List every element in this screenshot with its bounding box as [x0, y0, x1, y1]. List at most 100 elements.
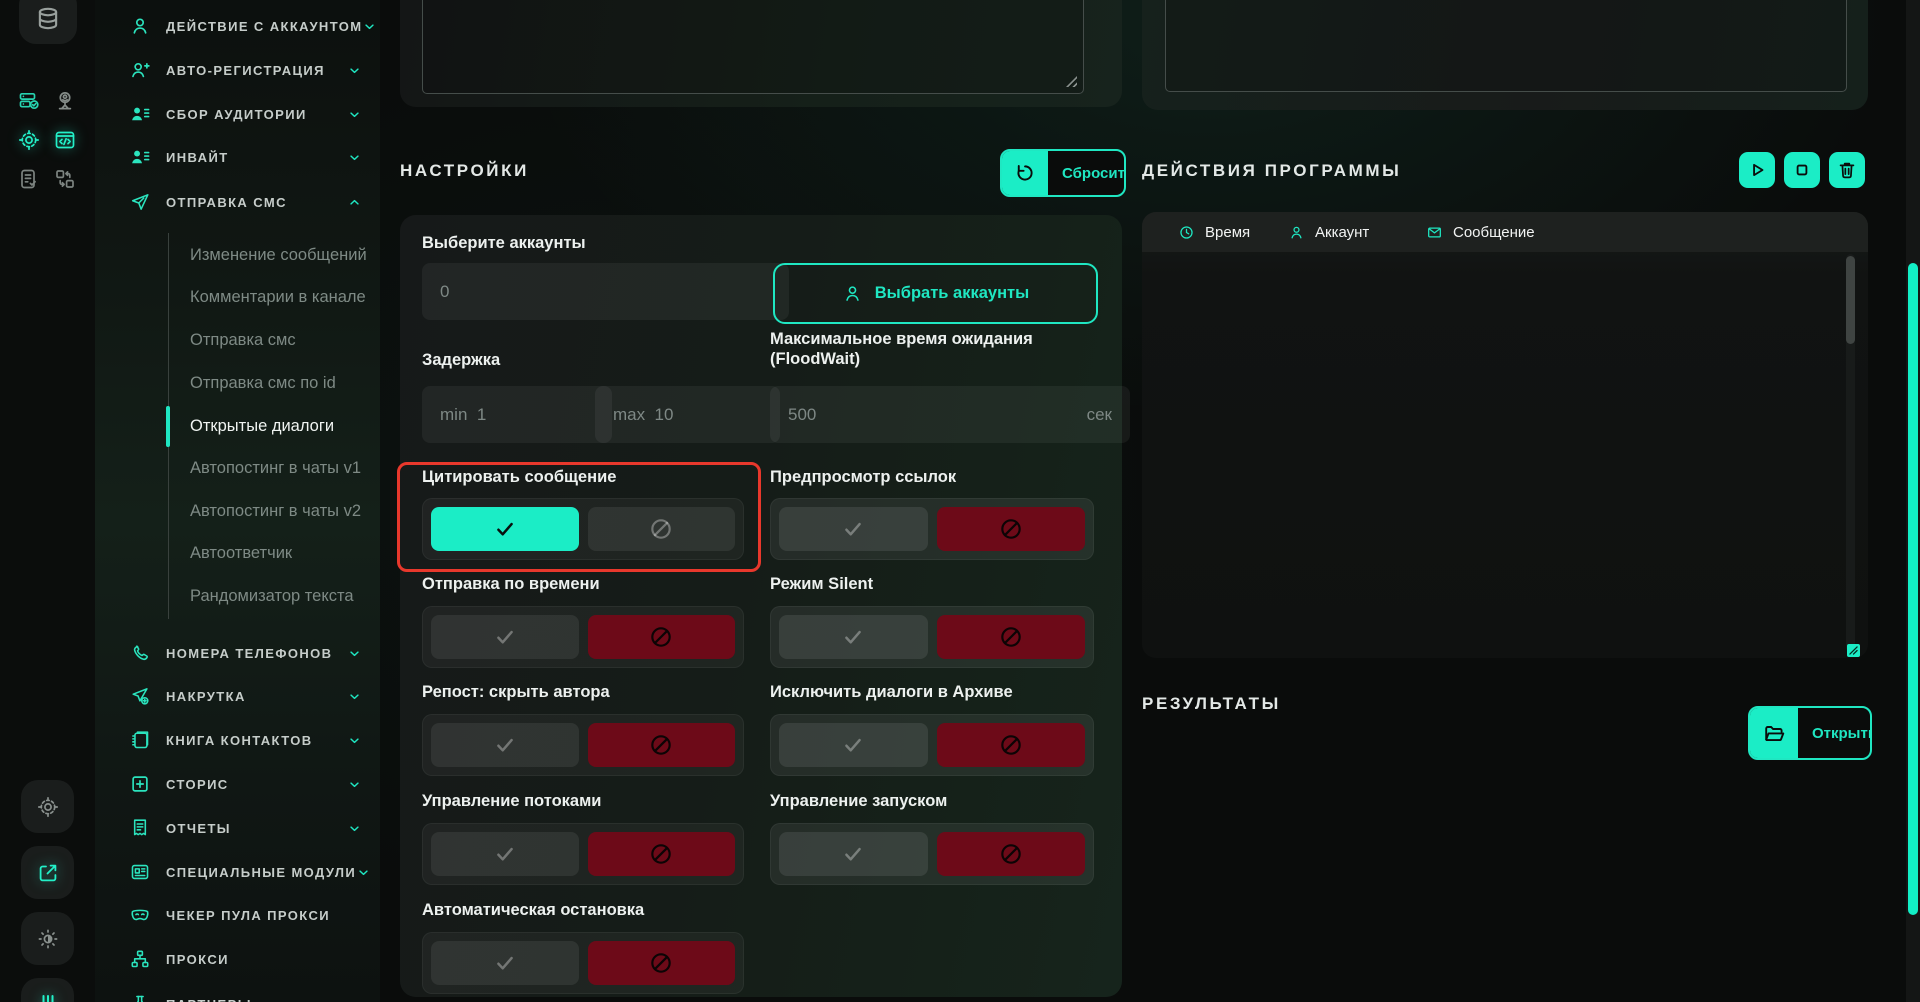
sidebar-item-boosting[interactable]: НАКРУТКА	[95, 674, 380, 718]
sidebar-subitem-autoposting-v1[interactable]: Автопостинг в чаты v1	[190, 447, 370, 489]
toggle-label: Управление потоками	[422, 791, 601, 811]
sidebar-item-label: ПРОКСИ	[166, 952, 229, 967]
sidebar-item-partners[interactable]: ПАРТНЕРЫ	[95, 982, 380, 1002]
toggle-yes-button[interactable]	[431, 941, 579, 985]
sidebar-item-account-actions[interactable]: ДЕЙСТВИЕ С АККАУНТОМ	[95, 4, 380, 48]
sidebar-item-proxy-pool-checker[interactable]: ЧЕКЕР ПУЛА ПРОКСИ	[95, 893, 380, 937]
external-link-button[interactable]	[21, 846, 74, 899]
toggle-yes-button[interactable]	[431, 832, 579, 876]
toggle-yes-button[interactable]	[779, 507, 928, 551]
sidebar-item-invite[interactable]: ИНВАЙТ	[95, 135, 380, 179]
sidebar-item-label: ПАРТНЕРЫ	[166, 997, 252, 1002]
message-text-card	[400, 0, 1122, 107]
sidebar-item-auto-registration[interactable]: АВТО-РЕГИСТРАЦИЯ	[95, 48, 380, 92]
log-textarea[interactable]	[1165, 0, 1847, 92]
slash-icon	[998, 624, 1024, 650]
webcam-icon[interactable]	[53, 89, 77, 113]
delay-max-value: max 10	[613, 405, 673, 425]
toggle-no-button[interactable]	[937, 723, 1086, 767]
sidebar-item-reports[interactable]: ОТЧЕТЫ	[95, 806, 380, 850]
choose-accounts-button[interactable]: Выбрать аккаунты	[773, 263, 1098, 324]
toggle-no-button[interactable]	[588, 832, 736, 876]
clock-icon	[1178, 224, 1195, 241]
sidebar-item-audience-collection[interactable]: СБОР АУДИТОРИИ	[95, 92, 380, 136]
user-icon	[128, 14, 152, 38]
sidebar-item-special-modules[interactable]: СПЕЦИАЛЬНЫЕ МОДУЛИ	[95, 850, 380, 894]
toggle-yes-button[interactable]	[431, 507, 579, 551]
sliders-button[interactable]	[21, 978, 74, 1002]
reset-button[interactable]: Сбросить	[1000, 149, 1126, 197]
mask-icon	[128, 903, 152, 927]
open-results-button[interactable]: Открыть	[1748, 706, 1872, 760]
check-icon	[839, 734, 867, 756]
actions-table-card: Время Аккаунт Сообщение	[1142, 212, 1868, 658]
swap-icon[interactable]	[53, 167, 77, 191]
user-list-icon	[128, 145, 152, 169]
chevron-down-icon	[347, 821, 362, 836]
sidebar-item-phone-numbers[interactable]: НОМЕРА ТЕЛЕФОНОВ	[95, 631, 380, 675]
code-window-icon[interactable]	[53, 128, 77, 152]
plus-square-icon	[128, 772, 152, 796]
timed-send-toggle	[422, 606, 744, 668]
settings-button[interactable]	[21, 780, 74, 833]
panel-resize-handle[interactable]	[1847, 644, 1860, 657]
floodwait-unit: сек	[1087, 405, 1112, 425]
chevron-down-icon	[347, 150, 362, 165]
delay-max-input[interactable]: max 10	[595, 386, 780, 443]
sidebar-subitem-text-randomizer[interactable]: Рандомизатор текста	[190, 575, 370, 617]
toggle-yes-button[interactable]	[779, 832, 928, 876]
toggle-no-button[interactable]	[588, 615, 736, 659]
stop-button[interactable]	[1784, 152, 1820, 188]
toggle-yes-button[interactable]	[431, 723, 579, 767]
delay-min-input[interactable]: min 1	[422, 386, 612, 443]
column-message: Сообщение	[1426, 212, 1535, 252]
floodwait-input[interactable]: 500 сек	[770, 386, 1130, 443]
sidebar-item-send-sms[interactable]: ОТПРАВКА СМС	[95, 180, 380, 224]
toggle-label: Предпросмотр ссылок	[770, 467, 956, 487]
gear-icon[interactable]	[17, 128, 41, 152]
database-button[interactable]	[19, 0, 77, 44]
brightness-icon	[36, 927, 60, 951]
settings-title: НАСТРОЙКИ	[400, 161, 529, 181]
sidebar-subitem-channel-comments[interactable]: Комментарии в канале	[190, 276, 370, 318]
brightness-button[interactable]	[21, 912, 74, 965]
toggle-no-button[interactable]	[588, 723, 736, 767]
subitem-label: Автопостинг в чаты v1	[190, 459, 361, 478]
page-scrollbar-thumb[interactable]	[1908, 263, 1918, 915]
sidebar-item-label: СПЕЦИАЛЬНЫЕ МОДУЛИ	[166, 865, 356, 880]
slash-icon	[648, 516, 674, 542]
toggle-yes-button[interactable]	[431, 615, 579, 659]
chevron-down-icon	[347, 107, 362, 122]
page-scrollbar-track[interactable]	[1906, 0, 1920, 1002]
subitem-label: Комментарии в канале	[190, 288, 366, 307]
start-button[interactable]	[1739, 152, 1775, 188]
toggle-no-button[interactable]	[937, 832, 1086, 876]
server-check-icon[interactable]	[17, 89, 41, 113]
slash-icon	[648, 841, 674, 867]
sidebar-subitem-autoposting-v2[interactable]: Автопостинг в чаты v2	[190, 490, 370, 532]
paper-plane-icon	[128, 190, 152, 214]
toggle-yes-button[interactable]	[779, 723, 928, 767]
toggle-no-button[interactable]	[937, 507, 1086, 551]
check-icon	[491, 518, 519, 540]
actions-table-header: Время Аккаунт Сообщение	[1142, 212, 1868, 252]
sidebar-subitem-send-sms-by-id[interactable]: Отправка смс по id	[190, 362, 370, 404]
accounts-count-input[interactable]: 0	[422, 263, 789, 320]
sidebar-subitem-autoresponder[interactable]: Автоответчик	[190, 532, 370, 574]
toggle-no-button[interactable]	[588, 941, 736, 985]
toggle-no-button[interactable]	[588, 507, 736, 551]
toggle-no-button[interactable]	[937, 615, 1086, 659]
phone-icon	[128, 641, 152, 665]
clear-button[interactable]	[1829, 152, 1865, 188]
sidebar-item-proxy[interactable]: ПРОКСИ	[95, 937, 380, 981]
sidebar-subitem-open-dialogs[interactable]: Открытые диалоги	[190, 405, 370, 447]
sidebar-item-contact-book[interactable]: КНИГА КОНТАКТОВ	[95, 718, 380, 762]
toggle-yes-button[interactable]	[779, 615, 928, 659]
sidebar-subitem-edit-messages[interactable]: Изменение сообщений	[190, 234, 370, 276]
table-scrollbar-thumb[interactable]	[1846, 256, 1855, 344]
sidebar-item-stories[interactable]: СТОРИС	[95, 762, 380, 806]
newspaper-icon	[128, 860, 152, 884]
task-check-icon[interactable]	[17, 167, 41, 191]
message-textarea[interactable]	[422, 0, 1084, 94]
sidebar-subitem-send-sms[interactable]: Отправка смс	[190, 319, 370, 361]
